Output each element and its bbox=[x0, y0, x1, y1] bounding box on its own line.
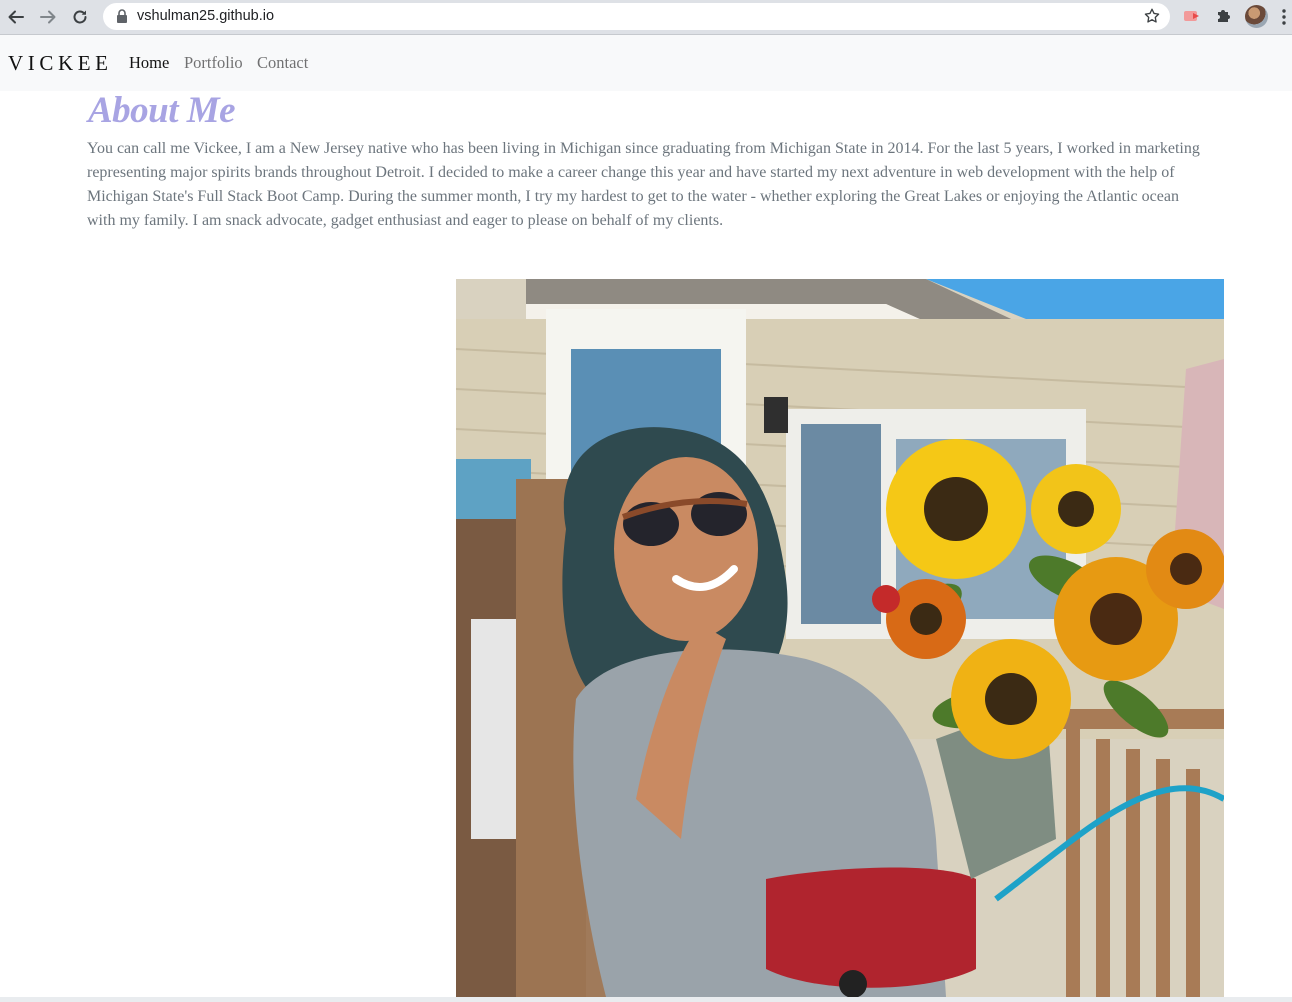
nav-link-portfolio[interactable]: Portfolio bbox=[184, 53, 243, 73]
profile-photo bbox=[456, 279, 1224, 997]
star-icon[interactable] bbox=[1143, 7, 1161, 25]
kebab-menu-icon[interactable] bbox=[1281, 8, 1287, 26]
nav-link-home[interactable]: Home bbox=[129, 53, 169, 73]
arrow-right-icon bbox=[40, 10, 56, 24]
browser-toolbar: vshulman25.github.io bbox=[0, 0, 1292, 35]
puzzle-extension-icon[interactable] bbox=[1215, 6, 1233, 26]
site-navbar: VICKEE Home Portfolio Contact bbox=[0, 35, 1292, 91]
url-text[interactable]: vshulman25.github.io bbox=[137, 7, 274, 26]
page-bottom-edge bbox=[0, 997, 1292, 1002]
cast-extension-icon[interactable] bbox=[1182, 6, 1202, 26]
profile-avatar[interactable] bbox=[1245, 5, 1268, 28]
nav-link-contact[interactable]: Contact bbox=[257, 53, 308, 73]
address-bar[interactable]: vshulman25.github.io bbox=[103, 3, 1170, 30]
reload-button[interactable] bbox=[69, 6, 91, 28]
brand-logo[interactable]: VICKEE bbox=[8, 50, 113, 76]
about-paragraph: You can call me Vickee, I am a New Jerse… bbox=[87, 140, 1200, 229]
back-button[interactable] bbox=[5, 6, 27, 28]
about-heading: About Me bbox=[88, 90, 236, 131]
forward-button[interactable] bbox=[37, 6, 59, 28]
reload-icon bbox=[73, 10, 87, 24]
lock-icon bbox=[117, 9, 127, 23]
arrow-left-icon bbox=[8, 10, 24, 24]
